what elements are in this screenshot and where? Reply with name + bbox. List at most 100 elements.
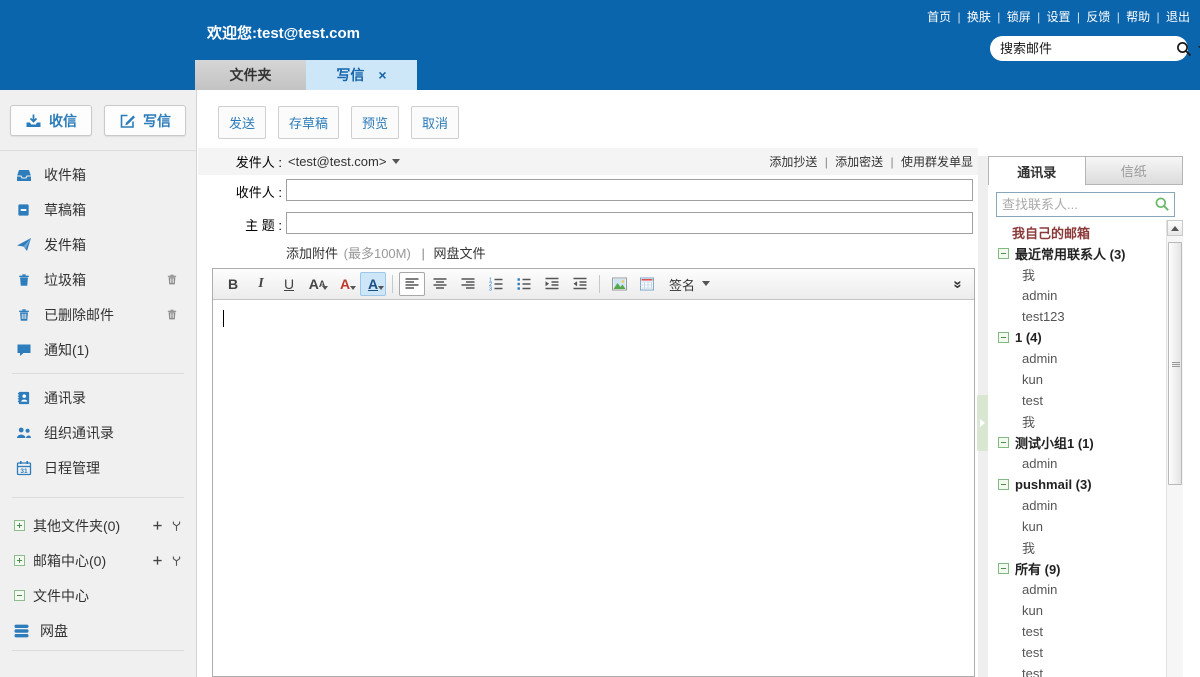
add-folder-icon[interactable] bbox=[152, 520, 163, 531]
search-icon[interactable] bbox=[1176, 41, 1192, 57]
contact-row[interactable]: test bbox=[988, 390, 1166, 411]
manage-folder-icon[interactable] bbox=[171, 520, 182, 532]
italic-icon[interactable]: I bbox=[248, 272, 274, 296]
tab-compose[interactable]: 写信 × bbox=[306, 60, 417, 90]
nav-link[interactable]: 设置 bbox=[1031, 10, 1071, 24]
to-input[interactable] bbox=[286, 179, 973, 201]
sidebar-item-deleted[interactable]: 已删除邮件 bbox=[0, 297, 196, 332]
contact-row[interactable]: 1 (4) bbox=[988, 327, 1166, 348]
nav-link[interactable]: 退出 bbox=[1150, 10, 1190, 24]
expand-plus-icon[interactable] bbox=[14, 555, 25, 566]
expand-plus-icon[interactable] bbox=[14, 520, 25, 531]
sidebar-item-inbox[interactable]: 收件箱 bbox=[0, 157, 196, 192]
sidebar-item-mail-center[interactable]: 邮箱中心(0) bbox=[0, 543, 196, 578]
tree-collapse-icon[interactable] bbox=[998, 437, 1009, 448]
contact-row[interactable]: kun bbox=[988, 600, 1166, 621]
contact-row[interactable]: 我自己的邮箱 bbox=[988, 222, 1166, 243]
contact-row[interactable]: kun bbox=[988, 516, 1166, 537]
indent-icon[interactable] bbox=[539, 272, 565, 296]
cc-option-link[interactable]: 添加抄送 bbox=[769, 155, 817, 169]
contact-row[interactable]: admin bbox=[988, 579, 1166, 600]
sidebar-item-sent[interactable]: 发件箱 bbox=[0, 227, 196, 262]
empty-trash-icon[interactable] bbox=[166, 273, 178, 286]
contact-row[interactable]: 我 bbox=[988, 264, 1166, 285]
bold-icon[interactable]: B bbox=[220, 272, 246, 296]
tree-collapse-icon[interactable] bbox=[998, 248, 1009, 259]
contact-row[interactable]: pushmail (3) bbox=[988, 474, 1166, 495]
nav-link[interactable]: 锁屏 bbox=[991, 10, 1031, 24]
align-right-icon[interactable] bbox=[455, 272, 481, 296]
tree-collapse-icon[interactable] bbox=[998, 563, 1009, 574]
underline-icon[interactable]: U bbox=[276, 272, 302, 296]
contact-row[interactable]: 测试小组1 (1) bbox=[988, 432, 1166, 453]
editor-body[interactable] bbox=[213, 300, 974, 677]
bg-color-icon[interactable]: A bbox=[360, 272, 386, 296]
contact-row[interactable]: admin bbox=[988, 495, 1166, 516]
receive-mail-button[interactable]: 收信 bbox=[10, 105, 92, 136]
nav-link[interactable]: 换肤 bbox=[951, 10, 991, 24]
contact-row[interactable]: 我 bbox=[988, 537, 1166, 558]
compose-action-button[interactable]: 发送 bbox=[218, 106, 266, 139]
collapse-minus-icon[interactable] bbox=[14, 590, 25, 601]
sidebar-item-netdisk[interactable]: 网盘 bbox=[0, 613, 196, 648]
contact-row[interactable]: 我 bbox=[988, 411, 1166, 432]
contact-row[interactable]: test bbox=[988, 663, 1166, 677]
outdent-icon[interactable] bbox=[567, 272, 593, 296]
compose-mail-button[interactable]: 写信 bbox=[104, 105, 186, 136]
tree-collapse-icon[interactable] bbox=[998, 332, 1009, 343]
tab-contacts[interactable]: 通讯录 bbox=[988, 156, 1086, 185]
contact-row[interactable]: 所有 (9) bbox=[988, 558, 1166, 579]
sidebar-item-drafts[interactable]: 草稿箱 bbox=[0, 192, 196, 227]
contact-row[interactable]: admin bbox=[988, 453, 1166, 474]
add-folder-icon[interactable] bbox=[152, 555, 163, 566]
sidebar-item-notice[interactable]: 通知(1) bbox=[0, 332, 196, 367]
tab-folders[interactable]: 文件夹 bbox=[195, 60, 306, 90]
contact-row[interactable]: 最近常用联系人 (3) bbox=[988, 243, 1166, 264]
sidebar-item-junk[interactable]: 垃圾箱 bbox=[0, 262, 196, 297]
cc-option-link[interactable]: 添加密送 bbox=[817, 155, 883, 169]
sidebar-item-file-center[interactable]: 文件中心 bbox=[0, 578, 196, 613]
align-left-icon[interactable] bbox=[399, 272, 425, 296]
from-address-select[interactable]: <test@test.com> bbox=[288, 154, 400, 169]
contacts-scrollbar[interactable] bbox=[1166, 220, 1183, 677]
sidebar-item-other-folders[interactable]: 其他文件夹(0) bbox=[0, 508, 196, 543]
ordered-list-icon[interactable]: 123 bbox=[483, 272, 509, 296]
contact-row[interactable]: test bbox=[988, 642, 1166, 663]
tab-stationery[interactable]: 信纸 bbox=[1086, 156, 1184, 185]
contact-row[interactable]: admin bbox=[988, 348, 1166, 369]
unordered-list-icon[interactable] bbox=[511, 272, 537, 296]
contact-search-icon[interactable] bbox=[1154, 196, 1170, 212]
compose-action-button[interactable]: 取消 bbox=[411, 106, 459, 139]
nav-link[interactable]: 反馈 bbox=[1071, 10, 1111, 24]
contact-row[interactable]: admin bbox=[988, 285, 1166, 306]
mail-search-input[interactable] bbox=[1000, 41, 1176, 56]
scrollbar-thumb[interactable] bbox=[1168, 242, 1182, 485]
compose-action-button[interactable]: 存草稿 bbox=[278, 106, 339, 139]
align-center-icon[interactable] bbox=[427, 272, 453, 296]
sidebar-item-contacts[interactable]: 通讯录 bbox=[0, 380, 196, 415]
contact-row[interactable]: test bbox=[988, 621, 1166, 642]
scroll-up-icon[interactable] bbox=[1167, 220, 1183, 236]
contact-search-input[interactable] bbox=[996, 192, 1175, 217]
signature-button[interactable]: 签名 bbox=[661, 272, 718, 296]
sidebar-item-org-contacts[interactable]: 组织通讯录 bbox=[0, 415, 196, 450]
font-size-icon[interactable]: AA bbox=[304, 272, 330, 296]
cc-option-link[interactable]: 使用群发单显 bbox=[883, 155, 973, 169]
subject-input[interactable] bbox=[286, 212, 973, 234]
netdisk-file-link[interactable]: 网盘文件 bbox=[433, 246, 485, 261]
contact-row[interactable]: kun bbox=[988, 369, 1166, 390]
tab-close-icon[interactable]: × bbox=[378, 68, 386, 82]
nav-link[interactable]: 首页 bbox=[927, 10, 951, 24]
collapse-panel-handle[interactable] bbox=[977, 395, 988, 451]
more-tools-icon[interactable]: » bbox=[949, 280, 966, 288]
empty-trash-icon[interactable] bbox=[166, 308, 178, 321]
insert-table-icon[interactable] bbox=[634, 272, 660, 296]
contact-row[interactable]: test123 bbox=[988, 306, 1166, 327]
add-attachment-link[interactable]: 添加附件 bbox=[286, 246, 338, 261]
sidebar-item-schedule[interactable]: 31 日程管理 bbox=[0, 450, 196, 485]
compose-action-button[interactable]: 预览 bbox=[351, 106, 399, 139]
font-color-icon[interactable]: A bbox=[332, 272, 358, 296]
nav-link[interactable]: 帮助 bbox=[1110, 10, 1150, 24]
insert-image-icon[interactable] bbox=[606, 272, 632, 296]
tree-collapse-icon[interactable] bbox=[998, 479, 1009, 490]
